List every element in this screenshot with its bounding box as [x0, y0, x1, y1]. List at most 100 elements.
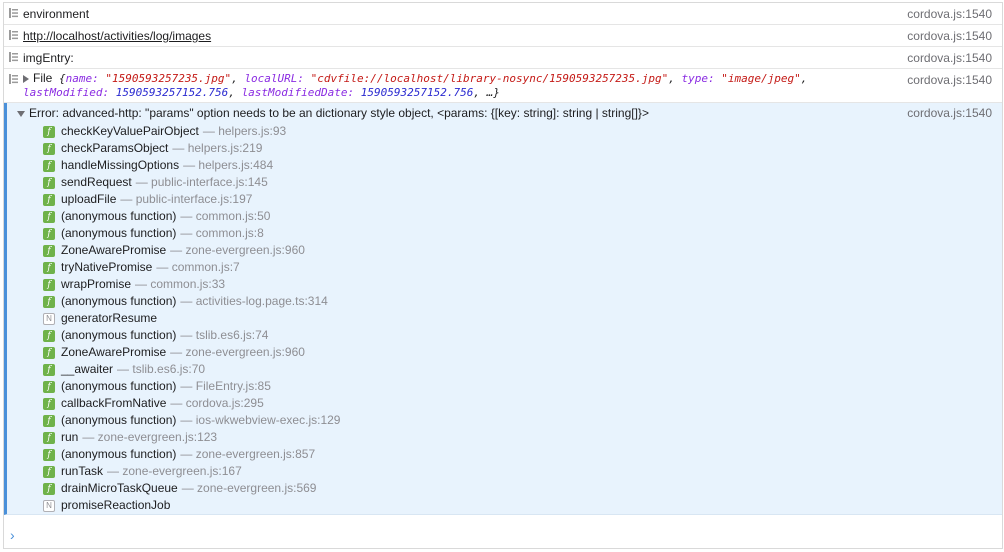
frame-location[interactable]: — zone-evergreen.js:960 [170, 242, 305, 259]
stack-frame[interactable]: f (anonymous function) — common.js:8 [43, 225, 340, 242]
frame-function: runTask [61, 464, 104, 478]
function-icon: f [43, 448, 55, 461]
function-icon: f [43, 346, 55, 359]
stack-frame[interactable]: f sendRequest — public-interface.js:145 [43, 174, 340, 191]
function-icon: f [43, 329, 55, 342]
source-link[interactable]: cordova.js:1540 [907, 73, 992, 88]
frame-function: promiseReactionJob [61, 498, 171, 512]
function-icon: f [43, 261, 55, 274]
frame-function: (anonymous function) [61, 379, 177, 393]
frame-location[interactable]: — zone-evergreen.js:960 [170, 344, 305, 361]
expand-triangle-icon[interactable] [23, 75, 29, 83]
frame-location[interactable]: — zone-evergreen.js:167 [107, 463, 242, 480]
frame-function: generatorResume [61, 311, 158, 325]
function-icon: f [43, 244, 55, 257]
frame-location[interactable]: — common.js:7 [156, 259, 239, 276]
object-preview-line2: lastModified: 1590593257152.756, lastMod… [23, 86, 500, 99]
frame-location[interactable]: — zone-evergreen.js:123 [82, 429, 217, 446]
log-level-icon [9, 52, 18, 62]
function-icon: f [43, 380, 55, 393]
frame-function: drainMicroTaskQueue [61, 481, 178, 495]
stack-frame[interactable]: f (anonymous function) — FileEntry.js:85 [43, 378, 340, 395]
frame-location[interactable]: — helpers.js:219 [172, 140, 262, 157]
frame-location[interactable]: — common.js:33 [135, 276, 225, 293]
stack-frame[interactable]: f (anonymous function) — ios-wkwebview-exe… [43, 412, 340, 429]
stack-frame[interactable]: f callbackFromNative — cordova.js:295 [43, 395, 340, 412]
stack-frame[interactable]: NpromiseReactionJob [43, 497, 340, 514]
frame-function: ZoneAwarePromise [61, 243, 167, 257]
log-message: environment [23, 7, 90, 21]
frame-function: run [61, 430, 79, 444]
native-code-icon: N [43, 312, 55, 325]
console-panel: environment cordova.js:1540 http://local… [3, 2, 1003, 549]
frame-location[interactable]: — helpers.js:93 [203, 123, 286, 140]
function-icon: f [43, 176, 55, 189]
stack-frame[interactable]: f checkKeyValuePairObject — helpers.js:93 [43, 123, 340, 140]
frame-function: (anonymous function) [61, 328, 177, 342]
source-link[interactable]: cordova.js:1540 [907, 7, 992, 22]
frame-location[interactable]: — cordova.js:295 [170, 395, 263, 412]
log-level-icon [9, 30, 18, 40]
native-code-icon: N [43, 499, 55, 512]
function-icon: f [43, 431, 55, 444]
function-icon: f [43, 363, 55, 376]
source-link[interactable]: cordova.js:1540 [907, 51, 992, 66]
frame-location[interactable]: — FileEntry.js:85 [180, 378, 270, 395]
frame-function: __awaiter [61, 362, 114, 376]
stack-frame[interactable]: f tryNativePromise — common.js:7 [43, 259, 340, 276]
collapse-triangle-icon[interactable] [17, 110, 25, 117]
function-icon: f [43, 414, 55, 427]
stack-frame[interactable]: f ZoneAwarePromise — zone-evergreen.js:960 [43, 344, 340, 361]
stack-frame[interactable]: f checkParamsObject — helpers.js:219 [43, 140, 340, 157]
frame-function: callbackFromNative [61, 396, 167, 410]
source-link[interactable]: cordova.js:1540 [907, 106, 992, 121]
function-icon: f [43, 159, 55, 172]
frame-location[interactable]: — common.js:8 [180, 225, 263, 242]
frame-location[interactable]: — helpers.js:484 [183, 157, 273, 174]
frame-function: handleMissingOptions [61, 158, 180, 172]
prompt-chevron-icon: › [10, 527, 15, 543]
stack-frame[interactable]: f (anonymous function) — zone-evergreen.js… [43, 446, 340, 463]
frame-location[interactable]: — tslib.es6.js:74 [180, 327, 268, 344]
stack-frame[interactable]: f uploadFile — public-interface.js:197 [43, 191, 340, 208]
stack-frame[interactable]: NgeneratorResume [43, 310, 340, 327]
function-icon: f [43, 278, 55, 291]
frame-location[interactable]: — tslib.es6.js:70 [117, 361, 205, 378]
frame-location[interactable]: — activities-log.page.ts:314 [180, 293, 327, 310]
frame-location[interactable]: — zone-evergreen.js:857 [180, 446, 315, 463]
function-icon: f [43, 193, 55, 206]
frame-location[interactable]: — ios-wkwebview-exec.js:129 [180, 412, 340, 429]
stack-frame[interactable]: f drainMicroTaskQueue — zone-evergreen.js:… [43, 480, 340, 497]
function-icon: f [43, 142, 55, 155]
log-level-icon [9, 8, 18, 18]
frame-function: checkParamsObject [61, 141, 169, 155]
frame-location[interactable]: — zone-evergreen.js:569 [182, 480, 317, 497]
stack-frame[interactable]: f (anonymous function) — common.js:50 [43, 208, 340, 225]
object-preview[interactable]: File {name: "1590593257235.jpg", localUR… [23, 71, 807, 86]
frame-location[interactable]: — public-interface.js:197 [120, 191, 252, 208]
frame-location[interactable]: — common.js:50 [180, 208, 270, 225]
stack-frame[interactable]: f run — zone-evergreen.js:123 [43, 429, 340, 446]
log-entry: imgEntry: cordova.js:1540 [4, 47, 1002, 69]
function-icon: f [43, 210, 55, 223]
url-link[interactable]: http://localhost/activities/log/images [23, 29, 211, 44]
console-prompt: › [4, 523, 1002, 547]
stack-frame[interactable]: f (anonymous function) — activities-log.pa… [43, 293, 340, 310]
source-link[interactable]: cordova.js:1540 [907, 29, 992, 44]
stack-frame[interactable]: f runTask — zone-evergreen.js:167 [43, 463, 340, 480]
function-icon: f [43, 125, 55, 138]
stack-frame[interactable]: f __awaiter — tslib.es6.js:70 [43, 361, 340, 378]
stack-frame[interactable]: f wrapPromise — common.js:33 [43, 276, 340, 293]
frame-function: checkKeyValuePairObject [61, 124, 199, 138]
stack-frame[interactable]: f handleMissingOptions — helpers.js:484 [43, 157, 340, 174]
frame-function: (anonymous function) [61, 209, 177, 223]
log-entry: http://localhost/activities/log/images c… [4, 25, 1002, 47]
stack-frame[interactable]: f ZoneAwarePromise — zone-evergreen.js:960 [43, 242, 340, 259]
frame-function: wrapPromise [61, 277, 132, 291]
frame-location[interactable]: — public-interface.js:145 [136, 174, 268, 191]
error-message[interactable]: Error: advanced-http: "params" option ne… [17, 106, 649, 121]
log-level-icon [9, 74, 18, 84]
console-input[interactable] [26, 526, 990, 546]
log-entry-object: File {name: "1590593257235.jpg", localUR… [4, 69, 1002, 103]
stack-frame[interactable]: f (anonymous function) — tslib.es6.js:74 [43, 327, 340, 344]
